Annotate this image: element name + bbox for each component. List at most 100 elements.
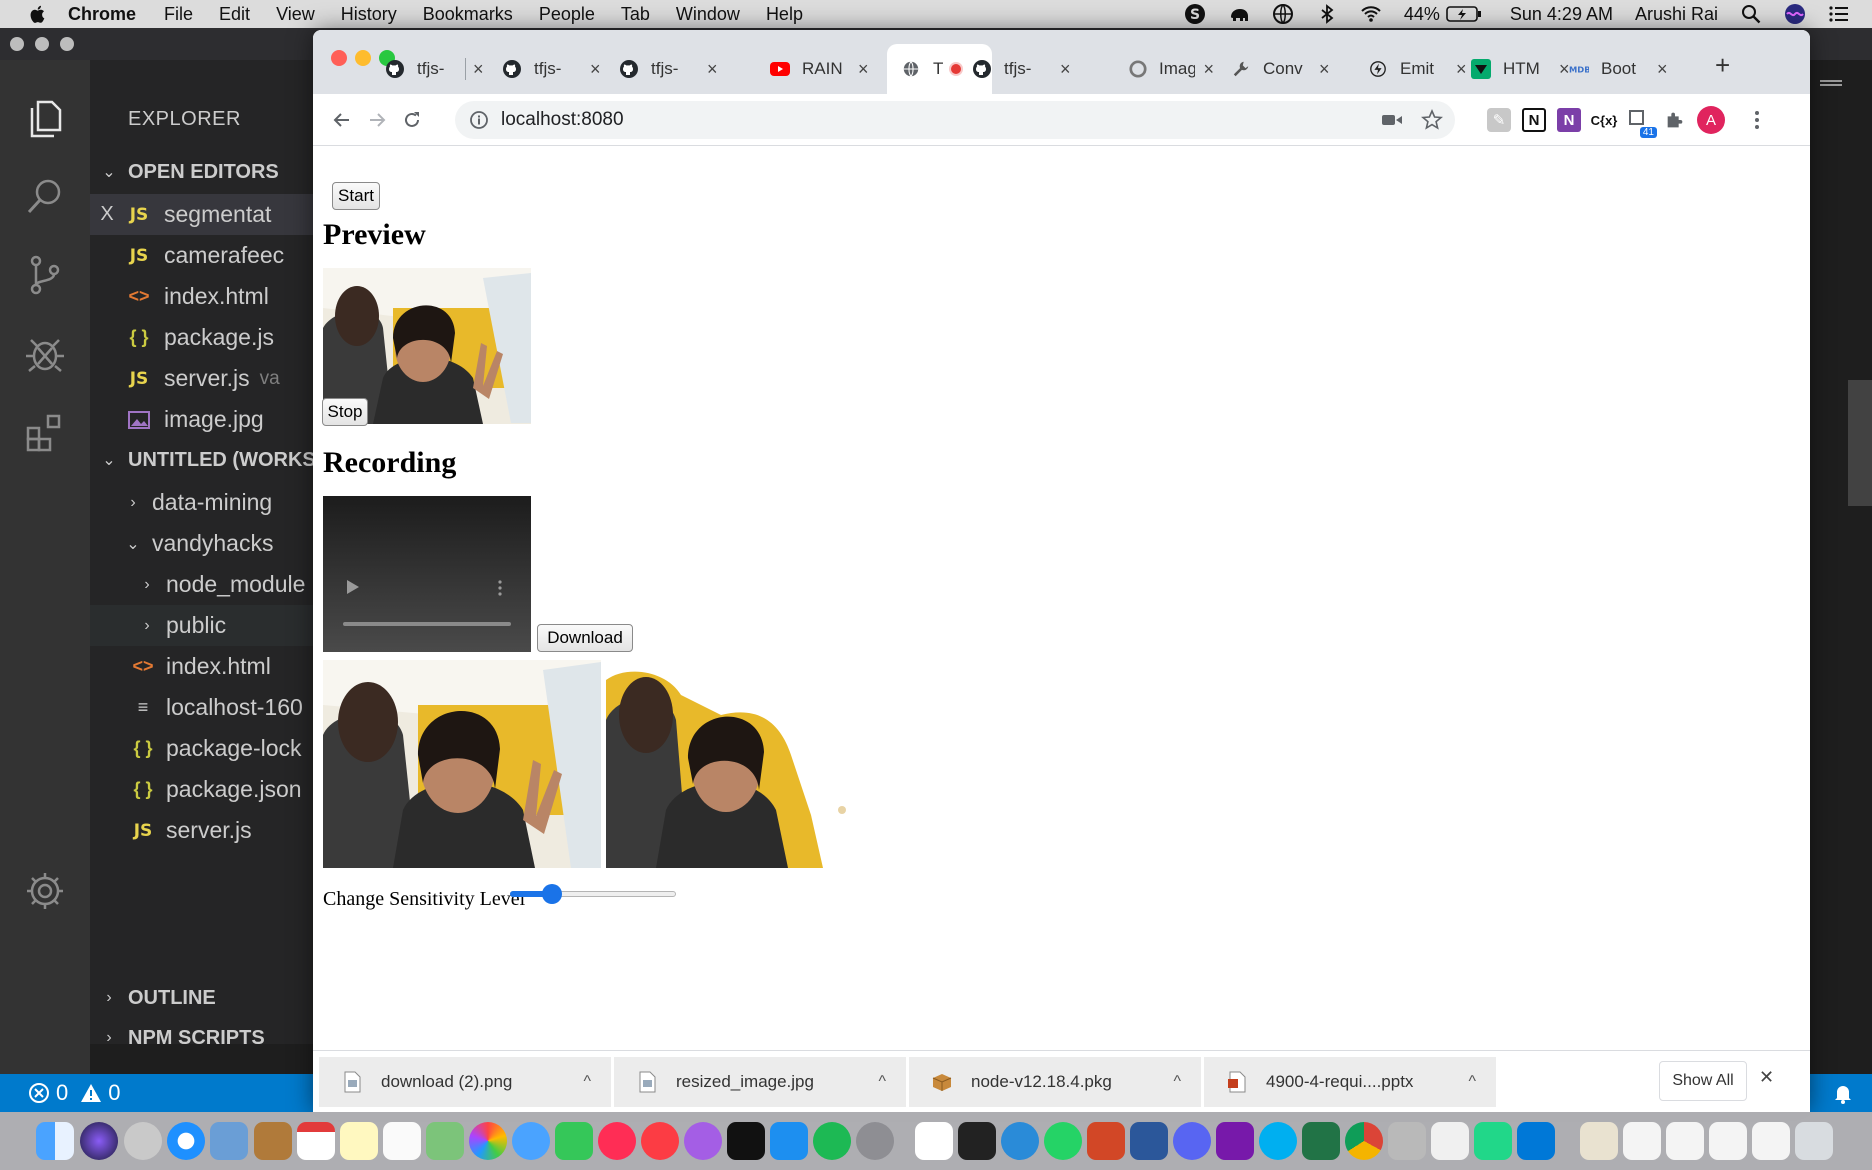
calendar-dock-icon[interactable] (297, 1122, 335, 1160)
app-store-dock-icon[interactable] (770, 1122, 808, 1160)
tree-file[interactable]: ≡ localhost-160 (90, 687, 330, 728)
window-close-button[interactable] (331, 50, 347, 66)
discord-dock-icon[interactable] (1173, 1122, 1211, 1160)
menu-app-name[interactable]: Chrome (68, 4, 136, 25)
onenote-dock-icon[interactable] (1216, 1122, 1254, 1160)
tab-close-icon[interactable]: × (1319, 59, 1330, 80)
document-stack-dock-icon[interactable] (1623, 1122, 1661, 1160)
tree-file[interactable]: { } package.json (90, 769, 330, 810)
workspace-section[interactable]: ⌄ UNTITLED (WORKS (90, 440, 330, 480)
extensions-icon[interactable] (20, 406, 70, 456)
safari-dock-icon[interactable] (167, 1122, 205, 1160)
globe-status-icon[interactable] (1272, 3, 1294, 25)
slider-thumb[interactable] (542, 884, 563, 904)
elephant-status-icon[interactable] (1228, 3, 1250, 25)
open-editors-section[interactable]: ⌄ OPEN EDITORS (90, 152, 330, 192)
chrome-dock-icon[interactable] (1345, 1122, 1383, 1160)
notification-center-icon[interactable] (1828, 3, 1850, 25)
contacts-dock-icon[interactable] (254, 1122, 292, 1160)
browser-tab[interactable]: tfjs- × (385, 44, 490, 94)
browser-tab[interactable]: MDB Boot × (1569, 44, 1674, 94)
apple-tv-dock-icon[interactable] (727, 1122, 765, 1160)
tab-close-icon[interactable]: × (1657, 59, 1668, 80)
menu-people[interactable]: People (539, 4, 595, 25)
downloads-stack-dock-icon[interactable] (1580, 1122, 1618, 1160)
messages-dock-icon[interactable] (512, 1122, 550, 1160)
new-tab-button[interactable]: + (1715, 50, 1730, 81)
document-stack-dock-icon[interactable] (1752, 1122, 1790, 1160)
tab-close-icon[interactable]: × (1456, 59, 1467, 80)
camera-in-use-icon[interactable] (1381, 112, 1403, 128)
spotlight-search-icon[interactable] (1740, 3, 1762, 25)
tab-counter-extension-icon[interactable]: 41 (1627, 108, 1657, 138)
menu-history[interactable]: History (341, 4, 397, 25)
source-control-icon[interactable] (20, 250, 70, 300)
vpn-dock-icon[interactable] (1001, 1122, 1039, 1160)
system-preferences-dock-icon[interactable] (856, 1122, 894, 1160)
music-dock-icon[interactable] (641, 1122, 679, 1160)
spotify-dock-icon[interactable] (813, 1122, 851, 1160)
menu-edit[interactable]: Edit (219, 4, 250, 25)
browser-tab[interactable]: tfjs- × (619, 44, 724, 94)
textedit-dock-icon[interactable] (1431, 1122, 1469, 1160)
disk-utility-dock-icon[interactable] (1388, 1122, 1426, 1160)
tab-close-icon[interactable]: × (1559, 59, 1570, 80)
close-editor-icon[interactable]: X (90, 203, 124, 226)
settings-gear-icon[interactable] (20, 866, 70, 916)
profile-avatar[interactable]: A (1697, 106, 1725, 134)
back-button[interactable] (327, 105, 357, 135)
extension-translate-icon[interactable]: ✎ (1487, 108, 1511, 132)
menu-window[interactable]: Window (676, 4, 740, 25)
word-dock-icon[interactable] (1130, 1122, 1168, 1160)
chevron-up-icon[interactable]: ^ (1173, 1073, 1181, 1091)
menu-file[interactable]: File (164, 4, 193, 25)
open-editor-item[interactable]: { } package.js (90, 317, 330, 358)
tab-close-icon[interactable]: × (590, 59, 601, 80)
powerpoint-dock-icon[interactable] (1087, 1122, 1125, 1160)
tree-file[interactable]: JS server.js (90, 810, 330, 851)
download-item[interactable]: 4900-4-requi....pptx ^ (1204, 1057, 1496, 1107)
trash-dock-icon[interactable] (1795, 1122, 1833, 1160)
show-all-downloads-button[interactable]: Show All (1659, 1061, 1747, 1101)
extensions-puzzle-icon[interactable] (1663, 108, 1687, 132)
bookmark-star-icon[interactable] (1421, 109, 1443, 131)
preview-dock-icon[interactable] (210, 1122, 248, 1160)
document-stack-dock-icon[interactable] (1666, 1122, 1704, 1160)
play-icon[interactable] (347, 580, 359, 594)
browser-tab[interactable]: Imag × (1129, 44, 1214, 94)
start-button[interactable]: Start (332, 182, 380, 210)
download-item[interactable]: resized_image.jpg ^ (614, 1057, 906, 1107)
terminal-dock-icon[interactable] (958, 1122, 996, 1160)
vscode-minimize-dot[interactable] (35, 37, 49, 51)
tab-close-icon[interactable]: × (473, 59, 484, 80)
launchpad-dock-icon[interactable] (124, 1122, 162, 1160)
news-dock-icon[interactable] (598, 1122, 636, 1160)
tree-folder[interactable]: › node_module (90, 564, 330, 605)
download-item[interactable]: node-v12.18.4.pkg ^ (909, 1057, 1201, 1107)
menu-clock[interactable]: Sun 4:29 AM (1510, 4, 1613, 25)
excel-dock-icon[interactable] (1302, 1122, 1340, 1160)
cx-extension-icon[interactable]: C{x} (1591, 108, 1618, 132)
reminders-dock-icon[interactable] (383, 1122, 421, 1160)
wifi-icon[interactable] (1360, 3, 1382, 25)
skype-status-icon[interactable]: S (1184, 3, 1206, 25)
search-icon[interactable] (20, 172, 70, 222)
chevron-up-icon[interactable]: ^ (1468, 1073, 1476, 1091)
browser-tab[interactable]: Conv × (1231, 44, 1336, 94)
menu-help[interactable]: Help (766, 4, 803, 25)
editor-scrollbar-thumb[interactable] (1848, 380, 1872, 506)
sensitivity-slider[interactable] (510, 883, 676, 905)
tab-close-icon[interactable]: × (858, 59, 869, 80)
facetime-dock-icon[interactable] (555, 1122, 593, 1160)
apple-logo-icon[interactable] (26, 3, 50, 25)
menu-tab[interactable]: Tab (621, 4, 650, 25)
onenote-extension-icon[interactable]: N (1557, 108, 1581, 132)
pycharm-dock-icon[interactable] (1474, 1122, 1512, 1160)
tree-file[interactable]: <> index.html (90, 646, 330, 687)
notes-dock-icon[interactable] (340, 1122, 378, 1160)
tab-close-icon[interactable]: × (1060, 59, 1071, 80)
maps-dock-icon[interactable] (426, 1122, 464, 1160)
download-button[interactable]: Download (537, 624, 633, 652)
recording-video-player[interactable] (323, 496, 531, 652)
reload-button[interactable] (397, 105, 427, 135)
